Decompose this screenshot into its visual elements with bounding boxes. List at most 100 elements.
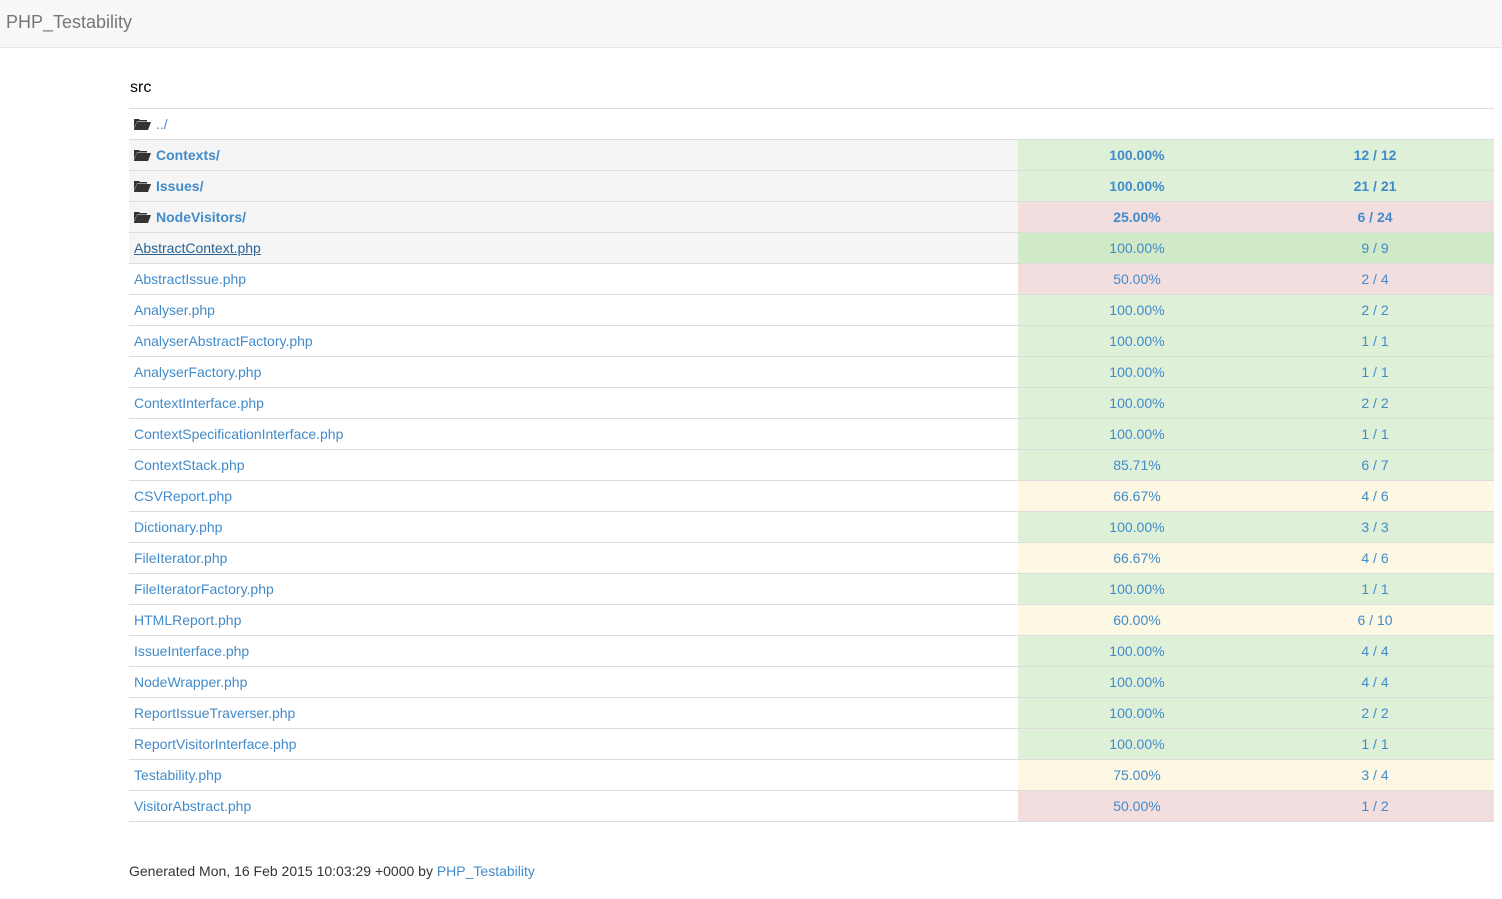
name-cell: Issues/ [129, 170, 1018, 202]
coverage-percent: 66.67% [1017, 480, 1257, 512]
file-link[interactable]: ContextStack.php [134, 457, 245, 473]
parent-cell: ../ [129, 108, 1494, 140]
name-cell: IssueInterface.php [129, 635, 1018, 667]
directory-row: Issues/100.00% 21 / 21 [129, 170, 1494, 202]
file-link[interactable]: Dictionary.php [134, 519, 222, 535]
file-link[interactable]: AbstractIssue.php [134, 271, 246, 287]
name-cell: VisitorAbstract.php [129, 790, 1018, 822]
coverage-count: 9 / 9 [1256, 232, 1494, 264]
coverage-percent: 100.00% [1017, 356, 1257, 388]
name-cell: ReportIssueTraverser.php [129, 697, 1018, 729]
file-link[interactable]: ContextInterface.php [134, 395, 264, 411]
coverage-count: 2 / 2 [1256, 294, 1494, 326]
coverage-count: 1 / 1 [1256, 728, 1494, 760]
directory-row: NodeVisitors/25.00% 6 / 24 [129, 201, 1494, 233]
file-link[interactable]: Analyser.php [134, 302, 215, 318]
file-row: AnalyserFactory.php 100.00% 1 / 1 [129, 356, 1494, 388]
file-link[interactable]: NodeWrapper.php [134, 674, 247, 690]
folder-open-icon [134, 119, 151, 130]
file-row: ReportVisitorInterface.php 100.00% 1 / 1 [129, 728, 1494, 760]
coverage-percent: 100.00% [1017, 325, 1257, 357]
directory-link[interactable]: NodeVisitors/ [156, 209, 246, 225]
coverage-percent: 100.00% [1017, 418, 1257, 450]
coverage-count: 1 / 1 [1256, 418, 1494, 450]
file-link[interactable]: ContextSpecificationInterface.php [134, 426, 343, 442]
directory-link[interactable]: Contexts/ [156, 147, 220, 163]
name-cell: FileIteratorFactory.php [129, 573, 1018, 605]
coverage-percent: 100.00% [1017, 232, 1257, 264]
file-row: ContextStack.php 85.71% 6 / 7 [129, 449, 1494, 481]
file-link[interactable]: AbstractContext.php [134, 240, 261, 256]
coverage-percent: 100.00% [1017, 139, 1257, 171]
coverage-percent: 85.71% [1017, 449, 1257, 481]
name-cell: NodeVisitors/ [129, 201, 1018, 233]
coverage-count: 2 / 2 [1256, 387, 1494, 419]
file-row: NodeWrapper.php 100.00% 4 / 4 [129, 666, 1494, 698]
coverage-count: 21 / 21 [1256, 170, 1494, 202]
file-row: ContextInterface.php 100.00% 2 / 2 [129, 387, 1494, 419]
coverage-count: 4 / 6 [1256, 542, 1494, 574]
file-link[interactable]: HTMLReport.php [134, 612, 241, 628]
file-row: ReportIssueTraverser.php 100.00% 2 / 2 [129, 697, 1494, 729]
name-cell: FileIterator.php [129, 542, 1018, 574]
coverage-percent: 100.00% [1017, 635, 1257, 667]
file-row: FileIterator.php 66.67% 4 / 6 [129, 542, 1494, 574]
name-cell: ReportVisitorInterface.php [129, 728, 1018, 760]
name-cell: AnalyserFactory.php [129, 356, 1018, 388]
coverage-count: 6 / 7 [1256, 449, 1494, 481]
coverage-percent: 50.00% [1017, 790, 1257, 822]
name-cell: AbstractIssue.php [129, 263, 1018, 295]
directory-link[interactable]: Issues/ [156, 178, 203, 194]
footer-link[interactable]: PHP_Testability [437, 863, 535, 879]
coverage-percent: 50.00% [1017, 263, 1257, 295]
coverage-percent: 100.00% [1017, 294, 1257, 326]
folder-open-icon [134, 181, 151, 192]
name-cell: ContextInterface.php [129, 387, 1018, 419]
file-row: CSVReport.php 66.67% 4 / 6 [129, 480, 1494, 512]
name-cell: ContextStack.php [129, 449, 1018, 481]
coverage-count: 12 / 12 [1256, 139, 1494, 171]
file-row: VisitorAbstract.php 50.00% 1 / 2 [129, 790, 1494, 822]
coverage-percent: 60.00% [1017, 604, 1257, 636]
name-cell: Contexts/ [129, 139, 1018, 171]
file-row: IssueInterface.php 100.00% 4 / 4 [129, 635, 1494, 667]
coverage-percent: 100.00% [1017, 511, 1257, 543]
coverage-count: 1 / 1 [1256, 573, 1494, 605]
file-link[interactable]: IssueInterface.php [134, 643, 249, 659]
file-link[interactable]: FileIterator.php [134, 550, 227, 566]
coverage-table: ../ Contexts/100.00% 12 / 12 Issues/100.00… [129, 108, 1494, 822]
file-row: ContextSpecificationInterface.php 100.00%… [129, 418, 1494, 450]
folder-open-icon [134, 150, 151, 161]
name-cell: HTMLReport.php [129, 604, 1018, 636]
navbar: PHP_Testability [0, 0, 1502, 48]
navbar-brand[interactable]: PHP_Testability [6, 12, 132, 33]
coverage-count: 6 / 24 [1256, 201, 1494, 233]
file-link[interactable]: AnalyserAbstractFactory.php [134, 333, 313, 349]
footer: Generated Mon, 16 Feb 2015 10:03:29 +000… [129, 863, 535, 879]
name-cell: CSVReport.php [129, 480, 1018, 512]
coverage-count: 4 / 4 [1256, 666, 1494, 698]
coverage-percent: 100.00% [1017, 666, 1257, 698]
file-row: AnalyserAbstractFactory.php 100.00% 1 / 1 [129, 325, 1494, 357]
file-link[interactable]: AnalyserFactory.php [134, 364, 261, 380]
name-cell: Analyser.php [129, 294, 1018, 326]
name-cell: Testability.php [129, 759, 1018, 791]
coverage-count: 1 / 1 [1256, 356, 1494, 388]
file-row: Testability.php 75.00% 3 / 4 [129, 759, 1494, 791]
name-cell: ContextSpecificationInterface.php [129, 418, 1018, 450]
file-row: AbstractContext.php 100.00% 9 / 9 [129, 232, 1494, 264]
file-row: HTMLReport.php 60.00% 6 / 10 [129, 604, 1494, 636]
file-link[interactable]: FileIteratorFactory.php [134, 581, 274, 597]
file-link[interactable]: ReportVisitorInterface.php [134, 736, 296, 752]
coverage-percent: 100.00% [1017, 697, 1257, 729]
coverage-count: 2 / 2 [1256, 697, 1494, 729]
parent-link[interactable]: ../ [156, 116, 168, 132]
coverage-count: 3 / 3 [1256, 511, 1494, 543]
coverage-percent: 100.00% [1017, 387, 1257, 419]
file-link[interactable]: CSVReport.php [134, 488, 232, 504]
file-link[interactable]: Testability.php [134, 767, 222, 783]
file-link[interactable]: ReportIssueTraverser.php [134, 705, 295, 721]
file-link[interactable]: VisitorAbstract.php [134, 798, 251, 814]
folder-open-icon [134, 212, 151, 223]
coverage-count: 3 / 4 [1256, 759, 1494, 791]
